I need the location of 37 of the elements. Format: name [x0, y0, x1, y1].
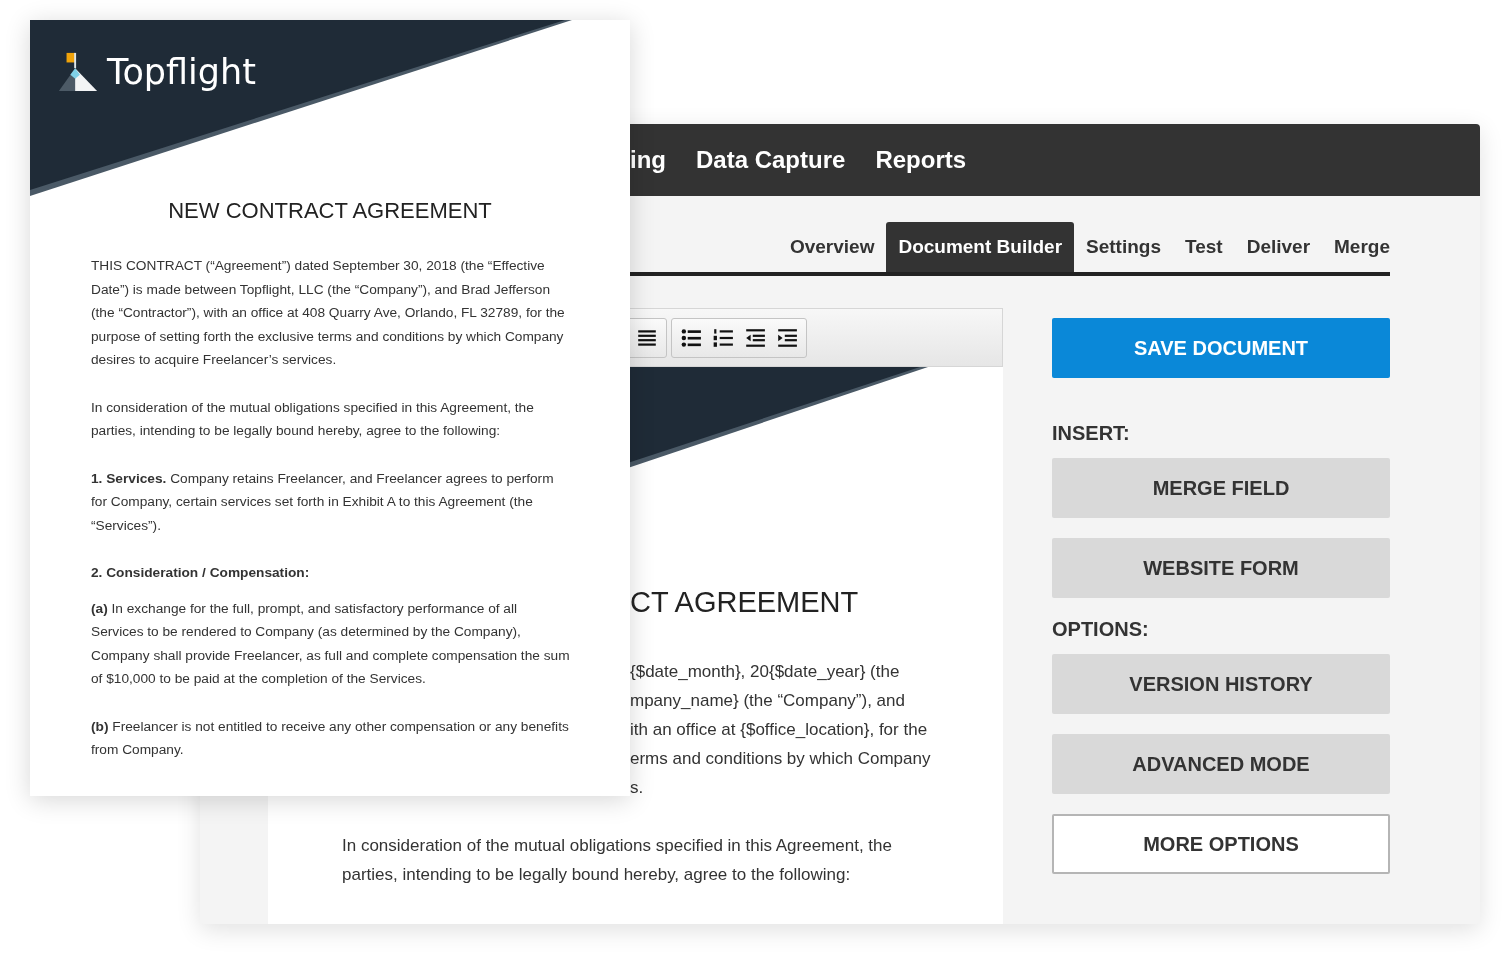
option-button[interactable]: MERGE FIELD [1052, 458, 1390, 518]
document-paragraph: 1. Services. Company retains Freelancer, and Freelancer agrees to perform for Company, certain services set forth in Exhibit A to this Agreement (the “Services”). [91, 469, 555, 535]
tab[interactable]: Deliver [1234, 222, 1323, 272]
document-paragraph: In consideration of the mutual obligations specified in this Agreement, the parties, intending to be legally bound hereby, agree to the following: [341, 835, 893, 886]
document-paragraph: (b) Freelancer is not entitled to receive any other compensation or any benefits from Company. [91, 717, 570, 759]
option-button[interactable]: MORE OPTIONS [1052, 814, 1390, 874]
document-paragraph: In consideration of the mutual obligations specified in this Agreement, the parties, intending to be legally bound hereby, agree to the following: [91, 398, 535, 440]
numbered-list-icon[interactable] [712, 326, 734, 349]
nav-link[interactable]: Reports [875, 146, 967, 174]
nav-link[interactable]: Data Capture [696, 146, 846, 174]
document-text-line: ith an office at {$office_location}, for the [630, 719, 928, 741]
document-paragraph: THIS CONTRACT (“Agreement”) dated September 30, 2018 (the “Effective Date”) is made between Topflight, LLC (the “Company”), and Brad Jefferson (the “Contractor”), with an office at 408 Quarry Ave, Orlando, FL 32789, for the purpose of setting forth the exclusive terms and conditions by which Company desires to acquire Freelancer’s services. [91, 257, 566, 369]
tab[interactable]: Settings [1074, 222, 1173, 272]
section-heading: OPTIONS: [1052, 618, 1150, 640]
document-title: NEW CONTRACT AGREEMENT [167, 198, 493, 224]
outdent-icon[interactable] [744, 326, 766, 349]
tab[interactable]: Overview [777, 222, 887, 272]
document-text-line: mpany_name} (the “Company”), and [630, 690, 905, 712]
option-button[interactable]: VERSION HISTORY [1052, 654, 1390, 714]
tab[interactable]: Test [1173, 222, 1235, 272]
document-text-line: {$date_month}, 20{$date_year} (the [630, 661, 900, 683]
document-title: CT AGREEMENT [630, 585, 859, 620]
tab[interactable]: Merge [1322, 222, 1390, 272]
indent-icon[interactable] [776, 326, 798, 349]
document-text-line: erms and conditions by which Company [630, 748, 931, 770]
option-button[interactable]: ADVANCED MODE [1052, 734, 1390, 794]
save-document-button[interactable]: SAVE DOCUMENT [1052, 318, 1390, 378]
bulleted-list-icon[interactable] [680, 326, 702, 349]
section-heading: INSERT: [1052, 422, 1131, 444]
tab[interactable]: Document Builder [886, 222, 1075, 272]
document-paragraph: (a) In exchange for the full, prompt, and satisfactory performance of all Services to be rendered to Company (as determined by the Company), Company shall provide Freelancer, as full and complete compensation the sum of $10,000 to be paid at the completion of the Services. [91, 599, 571, 688]
option-button[interactable]: WEBSITE FORM [1052, 538, 1390, 598]
logo-wordmark: Topflight [107, 52, 256, 92]
mountain-flag-logo-icon [57, 51, 99, 93]
nav-link[interactable]: ing [630, 146, 666, 174]
section-heading: 2. Consideration / Compensation: [91, 564, 311, 582]
document-text-line: s. [630, 777, 644, 799]
